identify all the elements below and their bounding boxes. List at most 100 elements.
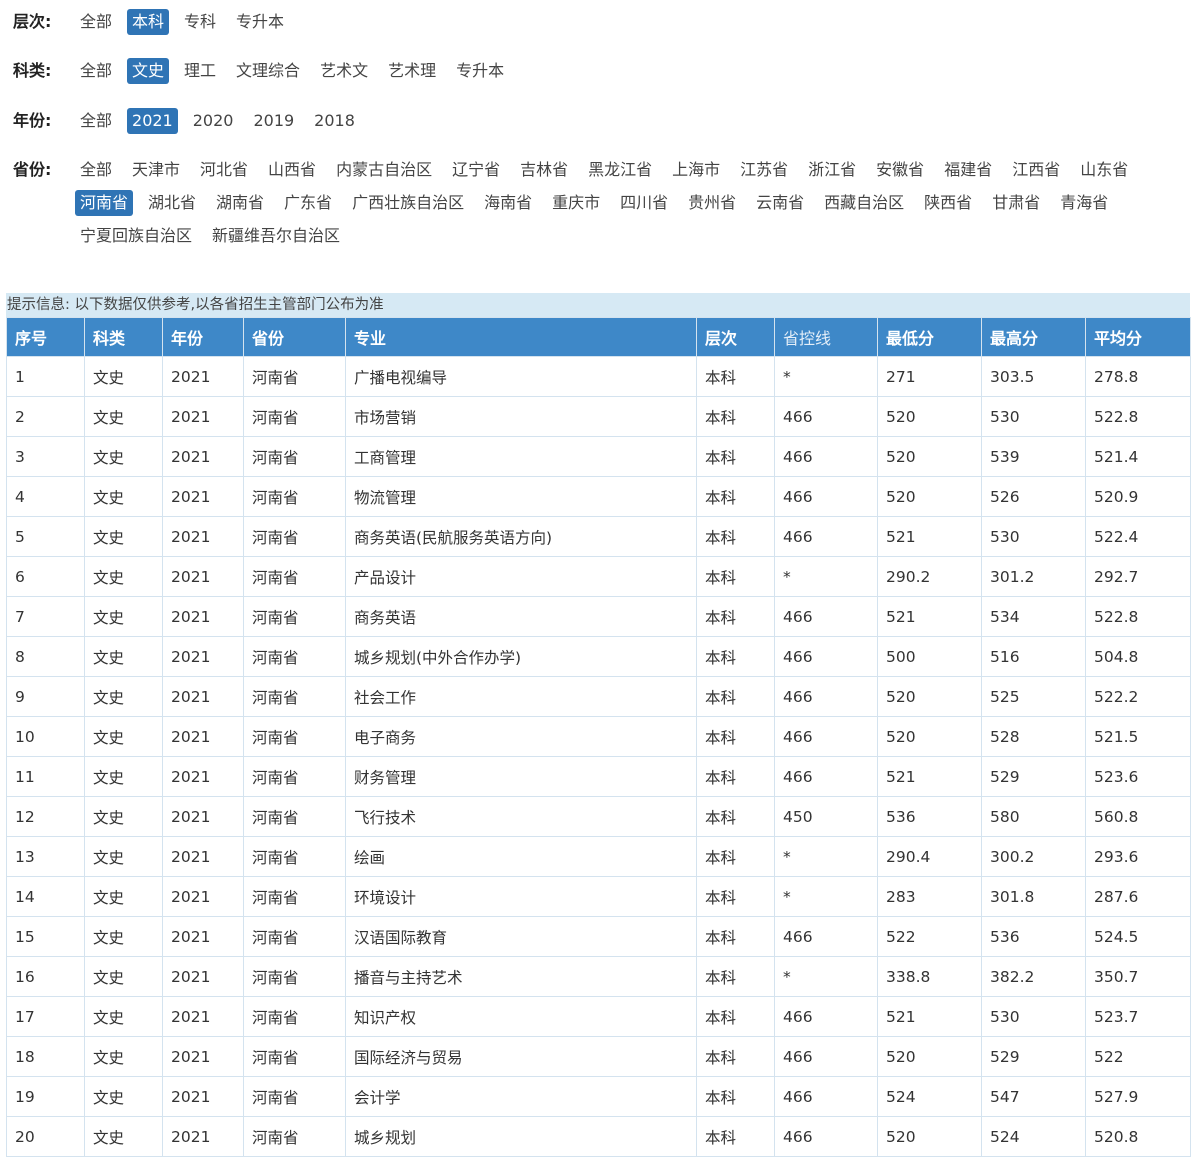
- table-cell: 2021: [162, 756, 244, 797]
- table-cell: 283: [877, 876, 982, 917]
- table-cell: 电子商务: [345, 716, 697, 757]
- filter-year-option[interactable]: 全部: [75, 108, 117, 134]
- table-cell: 2021: [162, 636, 244, 677]
- filter-province-option[interactable]: 湖北省: [143, 190, 201, 216]
- filter-province-option[interactable]: 西藏自治区: [819, 190, 909, 216]
- table-cell: 2021: [162, 356, 244, 397]
- filter-province-option[interactable]: 四川省: [615, 190, 673, 216]
- column-header: 序号: [6, 317, 85, 357]
- table-cell: 520.9: [1085, 476, 1191, 517]
- table-cell: 河南省: [243, 876, 346, 917]
- filter-province-option[interactable]: 河北省: [195, 157, 253, 183]
- table-cell: 河南省: [243, 1036, 346, 1077]
- table-cell: 466: [774, 636, 878, 677]
- filter-subject-option[interactable]: 艺术文: [315, 58, 373, 84]
- table-cell: 河南省: [243, 556, 346, 597]
- filter-province-option[interactable]: 湖南省: [211, 190, 269, 216]
- filter-province-option[interactable]: 江苏省: [735, 157, 793, 183]
- filter-province-option[interactable]: 上海市: [667, 157, 725, 183]
- filter-subject-option[interactable]: 文理综合: [231, 58, 305, 84]
- table-row: 7 文史 2021 河南省 商务英语 本科 466 521 534 522.8: [6, 596, 1191, 637]
- table-cell: 15: [6, 916, 85, 957]
- table-cell: 350.7: [1085, 956, 1191, 997]
- filter-level-option[interactable]: 本科: [127, 9, 170, 35]
- filter-province-option[interactable]: 青海省: [1055, 190, 1113, 216]
- table-cell: 本科: [696, 716, 775, 757]
- table-cell: 3: [6, 436, 85, 477]
- filter-province-option[interactable]: 安徽省: [871, 157, 929, 183]
- filter-province-option[interactable]: 河南省: [75, 190, 134, 216]
- table-cell: 城乡规划: [345, 1116, 697, 1157]
- filter-year-option[interactable]: 2019: [248, 108, 299, 134]
- table-cell: 文史: [84, 1036, 163, 1077]
- table-row: 15 文史 2021 河南省 汉语国际教育 本科 466 522 536 524.5: [6, 916, 1191, 957]
- filter-province-option[interactable]: 山东省: [1075, 157, 1133, 183]
- filter-province-option[interactable]: 山西省: [263, 157, 321, 183]
- table-cell: 528: [981, 716, 1086, 757]
- filter-province-option[interactable]: 浙江省: [803, 157, 861, 183]
- filter-province-option[interactable]: 云南省: [751, 190, 809, 216]
- table-cell: 河南省: [243, 396, 346, 437]
- filter-province-option[interactable]: 福建省: [939, 157, 997, 183]
- table-cell: 文史: [84, 516, 163, 557]
- filter-subject-option[interactable]: 艺术理: [383, 58, 441, 84]
- filter-subject-option[interactable]: 文史: [127, 58, 170, 84]
- filter-year-option[interactable]: 2020: [188, 108, 239, 134]
- filter-year-option[interactable]: 2021: [127, 108, 178, 134]
- filter-province-option[interactable]: 辽宁省: [447, 157, 505, 183]
- filter-subject-option[interactable]: 专升本: [451, 58, 509, 84]
- table-cell: 2021: [162, 396, 244, 437]
- table-cell: 1: [6, 356, 85, 397]
- filter-province-option[interactable]: 天津市: [127, 157, 185, 183]
- filter-province-option[interactable]: 重庆市: [547, 190, 605, 216]
- table-body: 1 文史 2021 河南省 广播电视编导 本科 * 271 303.5 278.8 2 文史 2021 河…: [6, 356, 1191, 1157]
- table-cell: 2021: [162, 836, 244, 877]
- filter-province-option[interactable]: 陕西省: [919, 190, 977, 216]
- filter-province-option[interactable]: 甘肃省: [987, 190, 1045, 216]
- table-cell: 521: [877, 756, 982, 797]
- filter-province-option[interactable]: 海南省: [479, 190, 537, 216]
- filter-province-option[interactable]: 黑龙江省: [583, 157, 657, 183]
- table-cell: 580: [981, 796, 1086, 837]
- table-cell: 521: [877, 516, 982, 557]
- table-cell: 522.8: [1085, 596, 1191, 637]
- filter-year-label: 年份:: [13, 111, 52, 130]
- filter-province-option[interactable]: 内蒙古自治区: [331, 157, 437, 183]
- filter-province-option[interactable]: 宁夏回族自治区: [75, 223, 197, 249]
- filter-level-option[interactable]: 全部: [75, 9, 117, 35]
- table-cell: 2021: [162, 516, 244, 557]
- table-cell: 466: [774, 476, 878, 517]
- filter-province-option[interactable]: 江西省: [1007, 157, 1065, 183]
- filter-year: 年份: 全部 2021 2020 2019 2018: [13, 108, 1185, 141]
- filter-province-option[interactable]: 新疆维吾尔自治区: [207, 223, 345, 249]
- filter-year-option[interactable]: 2018: [309, 108, 360, 134]
- filter-province-option[interactable]: 广西壮族自治区: [347, 190, 469, 216]
- table-cell: 城乡规划(中外合作办学): [345, 636, 697, 677]
- table-cell: 466: [774, 596, 878, 637]
- table-cell: 本科: [696, 796, 775, 837]
- table-cell: 环境设计: [345, 876, 697, 917]
- table-cell: 2021: [162, 596, 244, 637]
- table-cell: *: [774, 956, 878, 997]
- filter-subject-option[interactable]: 理工: [179, 58, 221, 84]
- table-cell: 河南省: [243, 636, 346, 677]
- table-cell: 河南省: [243, 756, 346, 797]
- table-cell: 河南省: [243, 476, 346, 517]
- table-cell: 520: [877, 1036, 982, 1077]
- table-cell: 521: [877, 596, 982, 637]
- table-cell: 产品设计: [345, 556, 697, 597]
- table-cell: 河南省: [243, 596, 346, 637]
- filter-province-option[interactable]: 广东省: [279, 190, 337, 216]
- filter-province-option[interactable]: 贵州省: [683, 190, 741, 216]
- table-cell: 2021: [162, 1116, 244, 1157]
- filter-level-option[interactable]: 专升本: [231, 9, 289, 35]
- table-cell: 飞行技术: [345, 796, 697, 837]
- table-cell: 20: [6, 1116, 85, 1157]
- table-cell: 5: [6, 516, 85, 557]
- filter-subject-option[interactable]: 全部: [75, 58, 117, 84]
- filter-province-option[interactable]: 吉林省: [515, 157, 573, 183]
- table-cell: 522: [1085, 1036, 1191, 1077]
- table-cell: 10: [6, 716, 85, 757]
- filter-province-option[interactable]: 全部: [75, 157, 117, 183]
- filter-level-option[interactable]: 专科: [179, 9, 221, 35]
